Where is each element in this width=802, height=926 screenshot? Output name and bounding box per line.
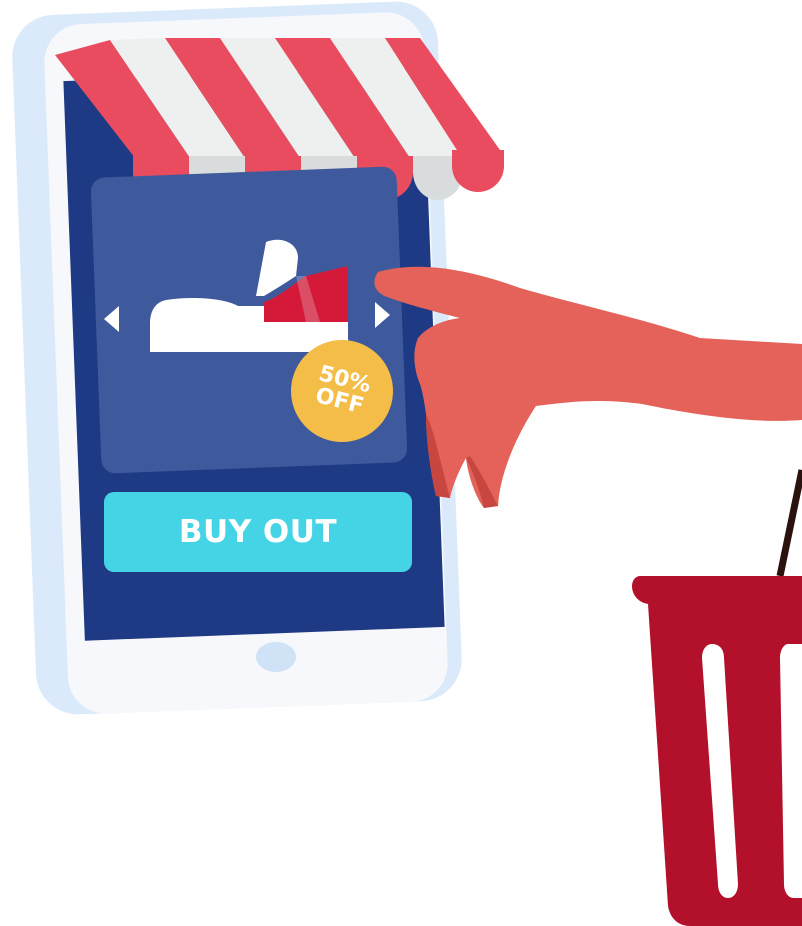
shopping-illustration: 50% OFF BUY OUT [0, 0, 802, 926]
shopping-basket-icon [632, 469, 802, 926]
